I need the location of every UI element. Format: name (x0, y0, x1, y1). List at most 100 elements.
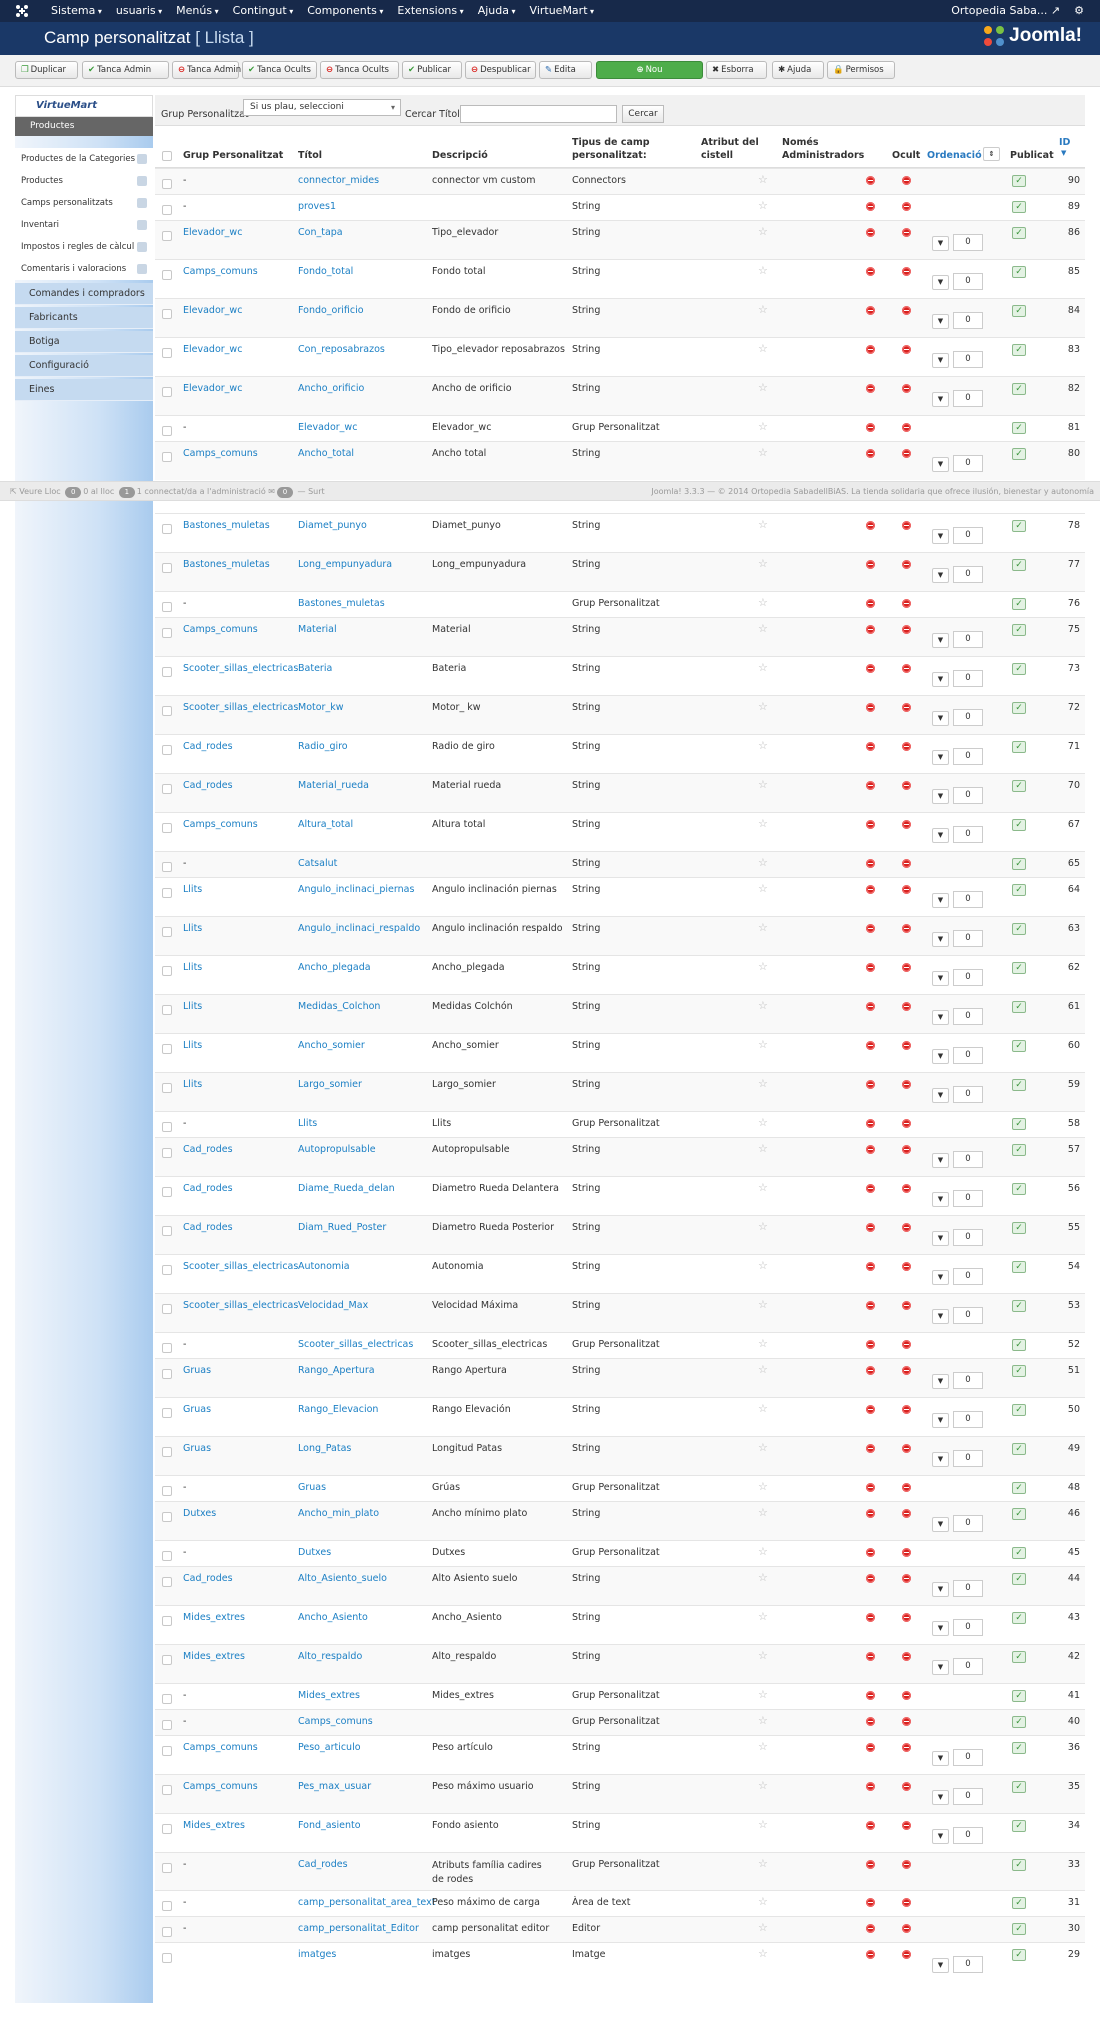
hidden-toggle-icon[interactable] (902, 202, 911, 211)
hidden-toggle-icon[interactable] (902, 384, 911, 393)
hidden-toggle-icon[interactable] (902, 664, 911, 673)
row-title-link[interactable]: Fondo_total (298, 266, 353, 277)
ordering-input[interactable]: 0 (953, 891, 983, 908)
toolbar-despublicar-button[interactable]: ⊖ Despublicar (465, 61, 536, 79)
row-title-link[interactable]: Bateria (298, 663, 332, 674)
ordering-input[interactable]: 0 (953, 1268, 983, 1285)
row-title-link[interactable]: Ancho_Asiento (298, 1612, 368, 1623)
admin-only-toggle-icon[interactable] (866, 1223, 875, 1232)
hidden-toggle-icon[interactable] (902, 345, 911, 354)
admin-only-toggle-icon[interactable] (866, 267, 875, 276)
row-title-link[interactable]: camp_personalitat_area_text (298, 1897, 435, 1908)
row-title-link[interactable]: Llits (298, 1118, 317, 1129)
hidden-toggle-icon[interactable] (902, 1782, 911, 1791)
toolbar-permisos-button[interactable]: 🔒 Permisos (827, 61, 895, 79)
cart-attribute-star-icon[interactable]: ☆ (758, 518, 768, 531)
column-cart-attribute[interactable]: Atribut del cistell (701, 136, 761, 162)
row-title-link[interactable]: Elevador_wc (298, 422, 357, 433)
admin-only-toggle-icon[interactable] (866, 859, 875, 868)
ordering-input[interactable]: 0 (953, 1788, 983, 1805)
row-group[interactable]: Cad_rodes (183, 741, 233, 752)
cart-attribute-star-icon[interactable]: ☆ (758, 1298, 768, 1311)
hidden-toggle-icon[interactable] (902, 599, 911, 608)
cart-attribute-star-icon[interactable]: ☆ (758, 622, 768, 635)
row-checkbox[interactable] (162, 1863, 172, 1873)
row-title-link[interactable]: imatges (298, 1949, 336, 1960)
row-checkbox[interactable] (162, 667, 172, 677)
sidebar-item-3[interactable]: Inventari (15, 214, 153, 236)
ordering-down-icon[interactable]: ▼ (932, 392, 949, 407)
ordering-down-icon[interactable]: ▼ (932, 457, 949, 472)
ordering-input[interactable]: 0 (953, 1749, 983, 1766)
toolbar-tanca-admin-button[interactable]: ⊖ Tanca Admin (172, 61, 241, 79)
ordering-down-icon[interactable]: ▼ (932, 1374, 949, 1389)
ordering-input[interactable]: 0 (953, 1047, 983, 1064)
row-title-link[interactable]: Angulo_inclinaci_piernas (298, 884, 414, 895)
row-group[interactable]: Gruas (183, 1365, 211, 1376)
published-toggle-icon[interactable]: ✓ (1012, 305, 1026, 317)
row-checkbox[interactable] (162, 1408, 172, 1418)
hidden-toggle-icon[interactable] (902, 1444, 911, 1453)
cart-attribute-star-icon[interactable]: ☆ (758, 557, 768, 570)
column-group[interactable]: Grup Personalitzat (183, 149, 283, 162)
user-menu-gear-icon[interactable]: ⚙ (1074, 0, 1084, 22)
hidden-toggle-icon[interactable] (902, 885, 911, 894)
cart-attribute-star-icon[interactable]: ☆ (758, 817, 768, 830)
ordering-down-icon[interactable]: ▼ (932, 1153, 949, 1168)
ordering-down-icon[interactable]: ▼ (932, 1088, 949, 1103)
row-title-link[interactable]: Camps_comuns (298, 1716, 373, 1727)
save-order-icon[interactable]: ⇕ (983, 147, 1000, 161)
published-toggle-icon[interactable]: ✓ (1012, 1222, 1026, 1234)
published-toggle-icon[interactable]: ✓ (1012, 1261, 1026, 1273)
admin-only-toggle-icon[interactable] (866, 599, 875, 608)
row-title-link[interactable]: camp_personalitat_Editor (298, 1923, 419, 1934)
cart-attribute-star-icon[interactable]: ☆ (758, 1363, 768, 1376)
cart-attribute-star-icon[interactable]: ☆ (758, 1688, 768, 1701)
row-checkbox[interactable] (162, 966, 172, 976)
row-checkbox[interactable] (162, 1785, 172, 1795)
published-toggle-icon[interactable]: ✓ (1012, 1339, 1026, 1351)
cart-attribute-star-icon[interactable]: ☆ (758, 342, 768, 355)
hidden-toggle-icon[interactable] (902, 1717, 911, 1726)
row-title-link[interactable]: Alto_Asiento_suelo (298, 1573, 387, 1584)
ordering-input[interactable]: 0 (953, 1619, 983, 1636)
ordering-input[interactable]: 0 (953, 709, 983, 726)
admin-only-toggle-icon[interactable] (866, 1652, 875, 1661)
published-toggle-icon[interactable]: ✓ (1012, 1079, 1026, 1091)
row-checkbox[interactable] (162, 270, 172, 280)
row-group[interactable]: Scooter_sillas_electricas (183, 663, 298, 674)
ordering-input[interactable]: 0 (953, 1515, 983, 1532)
hidden-toggle-icon[interactable] (902, 1509, 911, 1518)
row-title-link[interactable]: Con_reposabrazos (298, 344, 385, 355)
toolbar-tanca-admin-button[interactable]: ✔ Tanca Admin (82, 61, 169, 79)
ordering-down-icon[interactable]: ▼ (932, 1621, 949, 1636)
ordering-input[interactable]: 0 (953, 930, 983, 947)
ordering-down-icon[interactable]: ▼ (932, 1790, 949, 1805)
row-group[interactable]: Elevador_wc (183, 344, 242, 355)
row-checkbox[interactable] (162, 1369, 172, 1379)
hidden-toggle-icon[interactable] (902, 1743, 911, 1752)
row-checkbox[interactable] (162, 1122, 172, 1132)
row-title-link[interactable]: connector_mides (298, 175, 379, 186)
row-group[interactable]: Gruas (183, 1404, 211, 1415)
row-title-link[interactable]: Medidas_Colchon (298, 1001, 380, 1012)
published-toggle-icon[interactable]: ✓ (1012, 448, 1026, 460)
ordering-down-icon[interactable]: ▼ (932, 828, 949, 843)
row-title-link[interactable]: Altura_total (298, 819, 353, 830)
cart-attribute-star-icon[interactable]: ☆ (758, 1402, 768, 1415)
cart-attribute-star-icon[interactable]: ☆ (758, 921, 768, 934)
sidebar-item-1[interactable]: Productes (15, 170, 153, 192)
published-toggle-icon[interactable]: ✓ (1012, 559, 1026, 571)
ordering-input[interactable]: 0 (953, 1086, 983, 1103)
row-group[interactable]: Mides_extres (183, 1651, 245, 1662)
row-checkbox[interactable] (162, 1044, 172, 1054)
published-toggle-icon[interactable]: ✓ (1012, 1949, 1026, 1961)
admin-only-toggle-icon[interactable] (866, 449, 875, 458)
ordering-down-icon[interactable]: ▼ (932, 1829, 949, 1844)
toolbar-nou-button[interactable]: ⊕ Nou (596, 61, 703, 79)
hidden-toggle-icon[interactable] (902, 1405, 911, 1414)
admin-only-toggle-icon[interactable] (866, 1950, 875, 1959)
row-group[interactable]: Scooter_sillas_electricas (183, 702, 298, 713)
cart-attribute-star-icon[interactable]: ☆ (758, 264, 768, 277)
row-checkbox[interactable] (162, 784, 172, 794)
